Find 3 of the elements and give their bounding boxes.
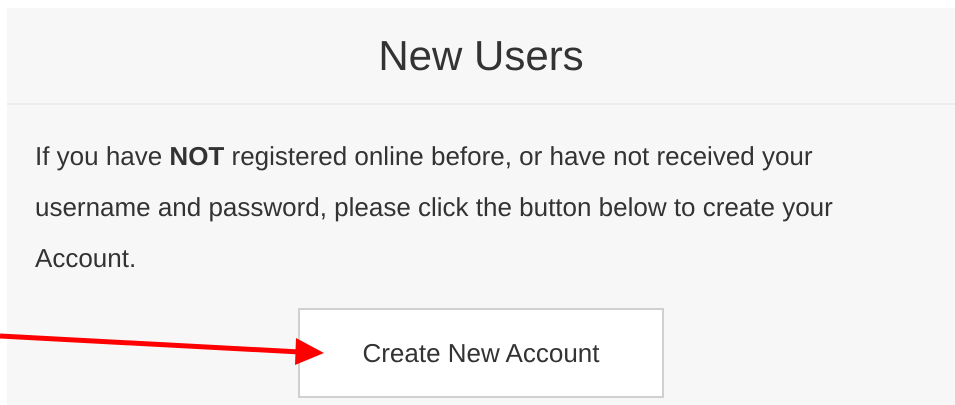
panel-title: New Users <box>378 32 584 80</box>
create-account-button[interactable]: Create New Account <box>298 308 664 398</box>
info-text: If you have NOT registered online before, or have not received your username and password, please click the button below to create your Account. <box>35 140 834 275</box>
